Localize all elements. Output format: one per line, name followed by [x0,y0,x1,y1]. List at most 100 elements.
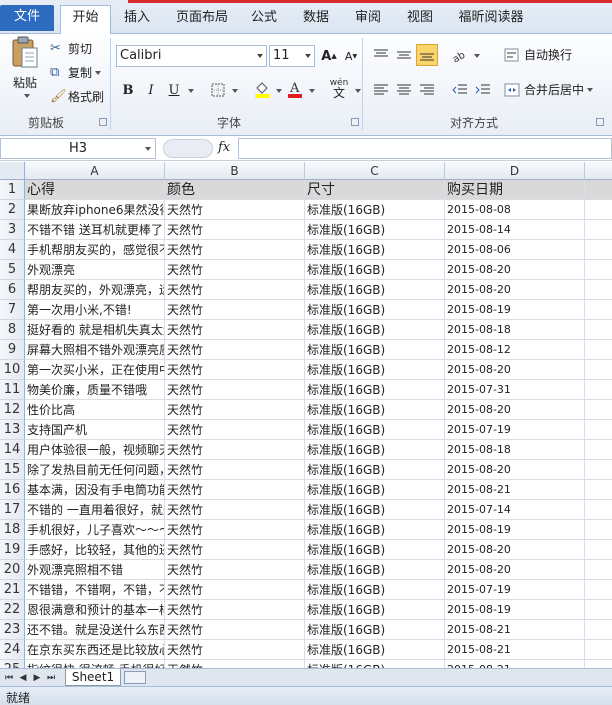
row-header[interactable]: 9 [0,340,25,360]
table-cell[interactable] [585,280,612,300]
table-cell[interactable]: 果断放弃iphone6果然没得 [25,200,165,220]
column-header-a[interactable]: A [25,162,165,180]
table-cell[interactable]: 2015-08-21 [445,660,585,668]
table-cell[interactable]: 标准版(16GB) [305,540,445,560]
first-sheet-icon[interactable]: ⏮ [4,672,14,684]
table-cell[interactable]: 标准版(16GB) [305,240,445,260]
table-cell[interactable]: 天然竹 [165,260,305,280]
row-header[interactable]: 3 [0,220,25,240]
copy-dropdown-icon[interactable] [95,70,102,75]
table-cell[interactable]: 2015-07-31 [445,380,585,400]
decrease-indent-button[interactable] [449,79,471,101]
table-cell[interactable]: 天然竹 [165,660,305,668]
tab-7[interactable]: 视图 [400,6,440,34]
row-header[interactable]: 19 [0,540,25,560]
row-header[interactable]: 24 [0,640,25,660]
tab-6[interactable]: 审阅 [348,6,388,34]
table-cell[interactable]: 2015-08-18 [445,440,585,460]
row-header[interactable]: 25 [0,660,25,668]
table-cell[interactable]: 标准版(16GB) [305,200,445,220]
orientation-dropdown-icon[interactable] [474,54,480,58]
table-cell[interactable]: 手机帮朋友买的，感觉很不 [25,240,165,260]
row-header[interactable]: 14 [0,440,25,460]
table-cell[interactable]: 标准版(16GB) [305,620,445,640]
header-cell[interactable]: 心得 [25,180,165,200]
worksheet-grid[interactable]: A B C D 1 心得 颜色 尺寸 购买日期 2 果断放弃iphone6果然没得 天然竹 标准版(16… [0,162,612,668]
table-cell[interactable]: 手感好，比较轻，其他的还 [25,540,165,560]
column-header-b[interactable]: B [165,162,305,180]
name-box[interactable]: H3 [0,138,156,159]
table-cell[interactable]: 标准版(16GB) [305,400,445,420]
table-cell[interactable] [585,340,612,360]
row-header[interactable]: 15 [0,460,25,480]
align-top-button[interactable] [370,44,392,66]
table-cell[interactable]: 第一次用小米,不错! [25,300,165,320]
clipboard-launcher-icon[interactable] [99,118,107,126]
table-cell[interactable]: 基本满，因没有手电筒功能 [25,480,165,500]
row-header[interactable]: 20 [0,560,25,580]
alignment-launcher-icon[interactable] [596,118,604,126]
table-cell[interactable] [585,560,612,580]
table-cell[interactable]: 标准版(16GB) [305,440,445,460]
table-cell[interactable]: 天然竹 [165,240,305,260]
row-header[interactable]: 4 [0,240,25,260]
table-cell[interactable]: 天然竹 [165,440,305,460]
row-header[interactable]: 16 [0,480,25,500]
copy-button[interactable]: ⧉ 复制 [50,64,102,81]
table-cell[interactable] [585,500,612,520]
tab-5[interactable]: 数据 [296,6,336,34]
table-cell[interactable] [585,440,612,460]
formula-input[interactable] [238,138,612,159]
table-cell[interactable]: 2015-08-14 [445,220,585,240]
table-cell[interactable]: 标准版(16GB) [305,480,445,500]
row-header[interactable]: 2 [0,200,25,220]
header-cell[interactable]: 颜色 [165,180,305,200]
table-cell[interactable] [585,220,612,240]
table-cell[interactable]: 外观漂亮 [25,260,165,280]
column-header-e[interactable] [585,162,612,180]
next-sheet-icon[interactable]: ▶ [32,672,42,684]
table-cell[interactable]: 不错的 一直用着很好，就是 [25,500,165,520]
paste-dropdown-icon[interactable] [23,94,30,98]
align-left-button[interactable] [370,79,392,101]
table-cell[interactable]: 除了发热目前无任何问题， [25,460,165,480]
tab-4[interactable]: 公式 [244,6,284,34]
table-cell[interactable]: 挺好看的 就是相机失真太大 [25,320,165,340]
table-cell[interactable]: 天然竹 [165,360,305,380]
underline-button[interactable]: U [163,79,185,101]
table-cell[interactable]: 在京东买东西还是比较放心 [25,640,165,660]
table-cell[interactable] [585,640,612,660]
table-cell[interactable]: 天然竹 [165,640,305,660]
table-cell[interactable]: 天然竹 [165,600,305,620]
table-cell[interactable]: 天然竹 [165,220,305,240]
table-cell[interactable]: 标准版(16GB) [305,660,445,668]
underline-dropdown-icon[interactable] [188,89,194,93]
select-all-corner[interactable] [0,162,25,180]
align-middle-button[interactable] [393,44,415,66]
table-cell[interactable]: 标准版(16GB) [305,600,445,620]
table-cell[interactable]: 标准版(16GB) [305,420,445,440]
table-cell[interactable]: 天然竹 [165,560,305,580]
tab-1[interactable]: 开始 [60,5,111,34]
table-cell[interactable]: 天然竹 [165,480,305,500]
table-cell[interactable] [585,460,612,480]
row-header[interactable]: 7 [0,300,25,320]
borders-dropdown-icon[interactable] [232,89,238,93]
table-cell[interactable]: 2015-07-19 [445,420,585,440]
insert-function-icon[interactable]: fx [218,140,230,155]
format-painter-button[interactable]: 🖌 格式刷 [50,88,104,105]
table-cell[interactable]: 2015-08-21 [445,620,585,640]
table-cell[interactable]: 支持国产机 [25,420,165,440]
tab-8[interactable]: 福昕阅读器 [455,6,527,34]
header-cell[interactable]: 尺寸 [305,180,445,200]
table-cell[interactable] [585,240,612,260]
table-cell[interactable]: 天然竹 [165,400,305,420]
table-cell[interactable]: 2015-08-20 [445,400,585,420]
table-cell[interactable] [585,600,612,620]
row-header[interactable]: 22 [0,600,25,620]
sheet-tab-sheet1[interactable]: Sheet1 [65,669,121,686]
table-cell[interactable]: 用户体验很一般，视频聊天 [25,440,165,460]
row-header[interactable]: 21 [0,580,25,600]
table-cell[interactable]: 2015-08-20 [445,560,585,580]
table-cell[interactable]: 2015-08-20 [445,360,585,380]
